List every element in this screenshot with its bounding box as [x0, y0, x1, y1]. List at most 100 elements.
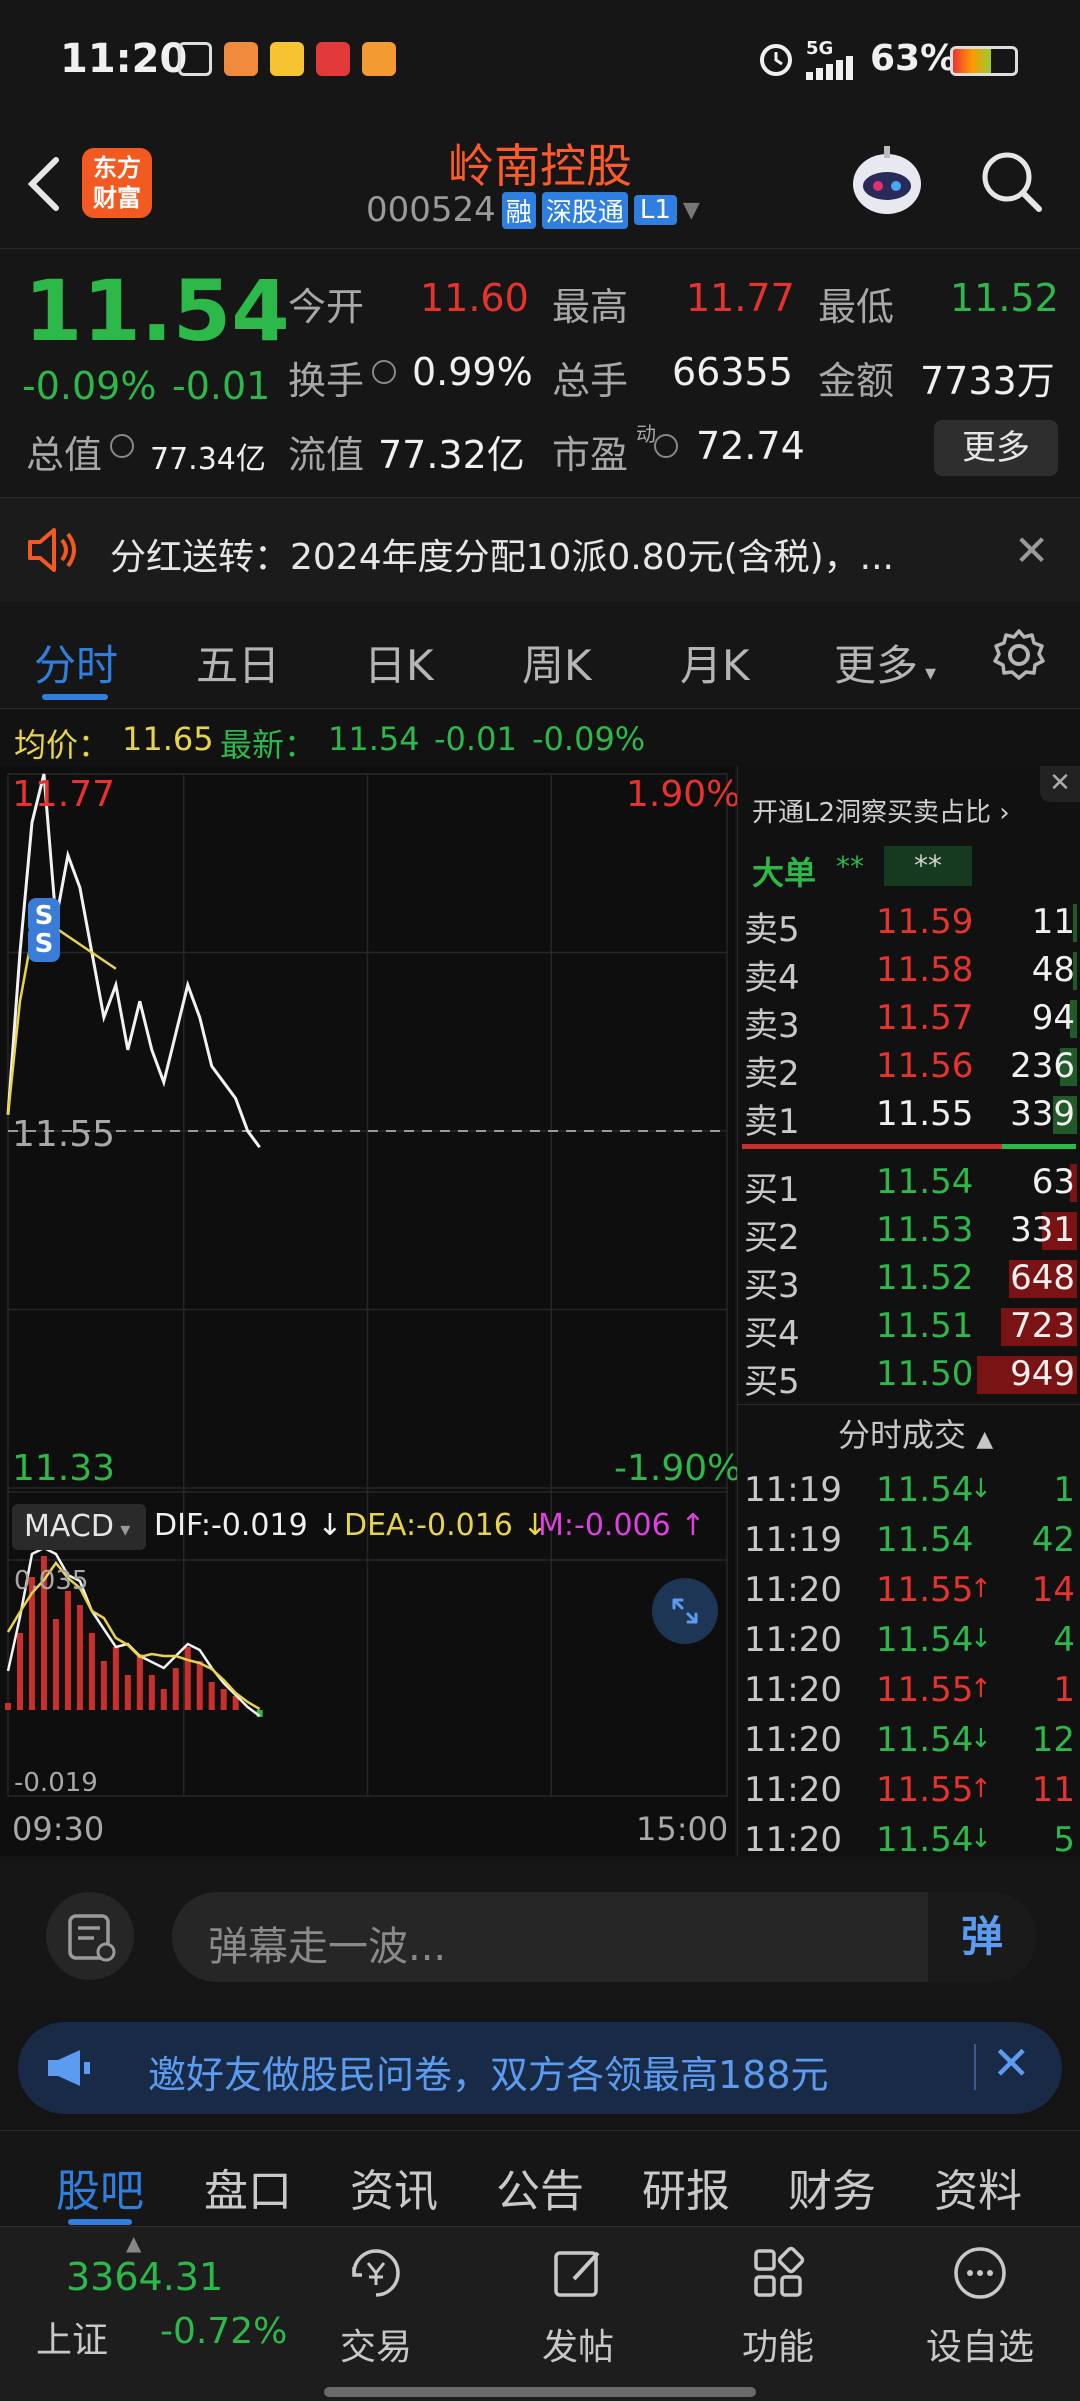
trade-volume: 5: [1053, 1820, 1075, 1860]
trade-direction-icon: ↓: [970, 1474, 992, 1504]
row-volume: 63: [1031, 1162, 1075, 1202]
trade-direction-icon: ↓: [970, 1724, 992, 1754]
row-price: 11.50: [876, 1354, 974, 1394]
l2-upgrade-link[interactable]: 开通L2洞察买卖占比 ›: [752, 792, 1010, 829]
pct-axis-low: -1.90%: [614, 1448, 742, 1489]
more-dots-icon: [954, 2247, 1006, 2299]
tab-weekly-k[interactable]: 周K: [522, 632, 592, 693]
close-icon[interactable]: ✕: [992, 2036, 1031, 2090]
trade-price: 11.54: [876, 1520, 974, 1560]
active-tab-indicator: [68, 2219, 132, 2225]
down-arrow-icon: ↓: [317, 1508, 343, 1543]
brand-logo[interactable]: 东方 财富: [82, 148, 152, 218]
row-volume: 48: [1031, 950, 1075, 990]
more-button[interactable]: 更多: [934, 420, 1058, 476]
trade-direction-icon: ↑: [970, 1674, 992, 1704]
trades-header[interactable]: 分时成交 ▲: [838, 1410, 993, 1456]
turnover-value: 0.99%: [412, 350, 533, 394]
index-change[interactable]: -0.72%: [160, 2311, 287, 2352]
tab-five-day[interactable]: 五日: [196, 632, 280, 693]
nav-post-label: 发帖: [541, 2327, 614, 2368]
settings-gear-icon[interactable]: [990, 626, 1048, 684]
barrage-settings-icon[interactable]: [46, 1892, 134, 1980]
trade-row: 11:19 11.54 42: [738, 1516, 1080, 1564]
tab-profile[interactable]: 资料: [934, 2155, 1022, 2219]
trade-price: 11.55: [876, 1770, 974, 1810]
app-icon: [362, 42, 396, 76]
caret-down-icon: ▾: [918, 661, 937, 686]
close-icon[interactable]: ✕: [1014, 526, 1049, 575]
tab-news[interactable]: 资讯: [350, 2155, 438, 2219]
macd-bar: [184, 1647, 191, 1710]
nav-watchlist[interactable]: 设自选: [900, 2241, 1060, 2370]
dividend-notice[interactable]: 分红送转：2024年度分配10派0.80元(含税)，... ✕: [0, 497, 1080, 603]
tab-more[interactable]: 更多 ▾: [834, 632, 936, 693]
robot-assistant-icon[interactable]: [842, 138, 932, 228]
macd-select[interactable]: MACD ▾: [12, 1504, 146, 1550]
latest-change: -0.01: [434, 720, 517, 758]
nav-trade[interactable]: 交易: [296, 2241, 456, 2370]
ask-row[interactable]: 卖5 11.59 11: [738, 898, 1080, 950]
bid-row[interactable]: 买4 11.51 723: [738, 1302, 1080, 1354]
margin-tag: 融: [501, 191, 536, 229]
bid-row[interactable]: 买5 11.50 949: [738, 1350, 1080, 1402]
ask-row[interactable]: 卖3 11.57 94: [738, 994, 1080, 1046]
bid-row[interactable]: 买2 11.53 331: [738, 1206, 1080, 1258]
row-price: 11.54: [876, 1162, 974, 1202]
tab-forum[interactable]: 股吧: [56, 2155, 144, 2219]
row-label: 买1: [744, 1170, 800, 1210]
float-value-label: 流值: [288, 433, 365, 477]
expand-icon[interactable]: [652, 1578, 718, 1644]
volume-value: 66355: [672, 350, 793, 394]
ask-row[interactable]: 卖1 11.55 339: [738, 1090, 1080, 1142]
bid-row[interactable]: 买1 11.54 63: [738, 1158, 1080, 1210]
high-label: 最高: [552, 285, 629, 329]
row-label: 买4: [744, 1314, 800, 1354]
trade-volume: 11: [1031, 1770, 1075, 1810]
tab-daily-k[interactable]: 日K: [364, 632, 434, 693]
index-value[interactable]: 3364.31: [66, 2255, 223, 2299]
chevron-down-icon: ▾: [113, 1517, 131, 1541]
search-icon[interactable]: [972, 142, 1052, 222]
stock-code-row[interactable]: 000524 融 深股通 L1 ▼: [366, 190, 700, 230]
latest-change-pct: -0.09%: [532, 720, 646, 758]
trade-time: 11:19: [744, 1470, 842, 1510]
trade-volume: 4: [1053, 1620, 1075, 1660]
tab-handicap[interactable]: 盘口: [204, 2155, 292, 2219]
index-name[interactable]: 上证: [36, 2311, 108, 2363]
l2-link-text: 开通L2洞察买卖占比: [752, 798, 992, 828]
trade-time: 11:20: [744, 1770, 842, 1810]
intraday-chart[interactable]: 11.77 11.55 11.33 1.90% -1.90% S S MACD …: [0, 766, 741, 1856]
trade-row: 11:20 11.54 ↓ 5: [738, 1816, 1080, 1864]
tab-monthly-k[interactable]: 月K: [680, 632, 750, 693]
barrage-input[interactable]: 弹幕走一波... 弹: [172, 1892, 1036, 1982]
sell-marker-icon[interactable]: S: [28, 926, 60, 962]
back-icon[interactable]: [14, 146, 74, 222]
tab-announcements[interactable]: 公告: [496, 2155, 584, 2219]
y-axis-high: 11.77: [12, 774, 116, 815]
macd-bar: [208, 1682, 215, 1710]
tab-intraday[interactable]: 分时: [34, 632, 118, 693]
info-icon[interactable]: [110, 434, 134, 458]
info-icon[interactable]: [372, 360, 396, 384]
tab-finance[interactable]: 财务: [788, 2155, 876, 2219]
order-book-panel: 开通L2洞察买卖占比 › ✕ 大单 ** ** 卖5 11.59 11 卖4 11.58…: [737, 766, 1080, 1860]
y-axis-low: 11.33: [12, 1448, 116, 1489]
low-value: 11.52: [950, 276, 1059, 320]
app-icon: [316, 42, 350, 76]
row-label: 卖3: [744, 1006, 800, 1046]
tab-research[interactable]: 研报: [642, 2155, 730, 2219]
promo-banner[interactable]: 邀好友做股民问卷，双方各领最高188元 ✕: [18, 2022, 1062, 2114]
ask-row[interactable]: 卖2 11.56 236: [738, 1042, 1080, 1094]
nav-post[interactable]: 发帖: [498, 2241, 658, 2370]
current-price: 11.54: [24, 262, 290, 360]
row-volume: 723: [1010, 1306, 1075, 1346]
close-icon[interactable]: ✕: [1040, 766, 1080, 802]
home-indicator[interactable]: [324, 2387, 756, 2397]
macd-bar: [112, 1647, 119, 1710]
nav-function[interactable]: 功能: [698, 2241, 858, 2370]
ask-row[interactable]: 卖4 11.58 48: [738, 946, 1080, 998]
bid-row[interactable]: 买3 11.52 648: [738, 1254, 1080, 1306]
info-icon[interactable]: [654, 434, 678, 458]
send-barrage-button[interactable]: 弹: [928, 1892, 1036, 1982]
